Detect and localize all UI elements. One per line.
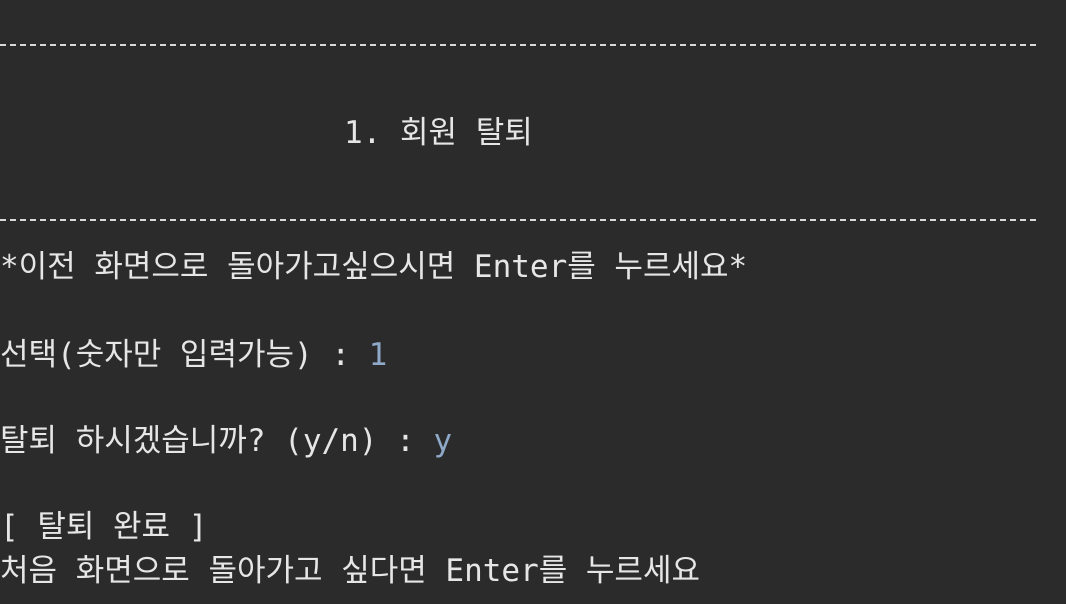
select-input-value: 1 (368, 337, 388, 373)
return-hint: 처음 화면으로 돌아가고 싶다면 Enter를 누르세요 (0, 553, 700, 589)
result-message: [ 탈퇴 완료 ] (0, 509, 208, 545)
confirm-input-value: y (433, 423, 453, 459)
confirm-prompt-line: 탈퇴 하시겠습니까? (y/n) : y (0, 426, 452, 457)
menu-title: 1. 회원 탈퇴 (344, 115, 533, 151)
top-divider (0, 44, 1036, 46)
console-output: 1. 회원 탈퇴 *이전 화면으로 돌아가고싶으시면 Enter를 누르세요* … (0, 0, 1066, 604)
select-prompt-label: 선택(숫자만 입력가능) : (0, 337, 369, 373)
back-hint: *이전 화면으로 돌아가고싶으시면 Enter를 누르세요* (0, 249, 748, 285)
confirm-prompt-label: 탈퇴 하시겠습니까? (y/n) : (0, 423, 434, 459)
select-prompt-line: 선택(숫자만 입력가능) : 1 (0, 340, 387, 371)
bottom-divider (0, 219, 1036, 221)
